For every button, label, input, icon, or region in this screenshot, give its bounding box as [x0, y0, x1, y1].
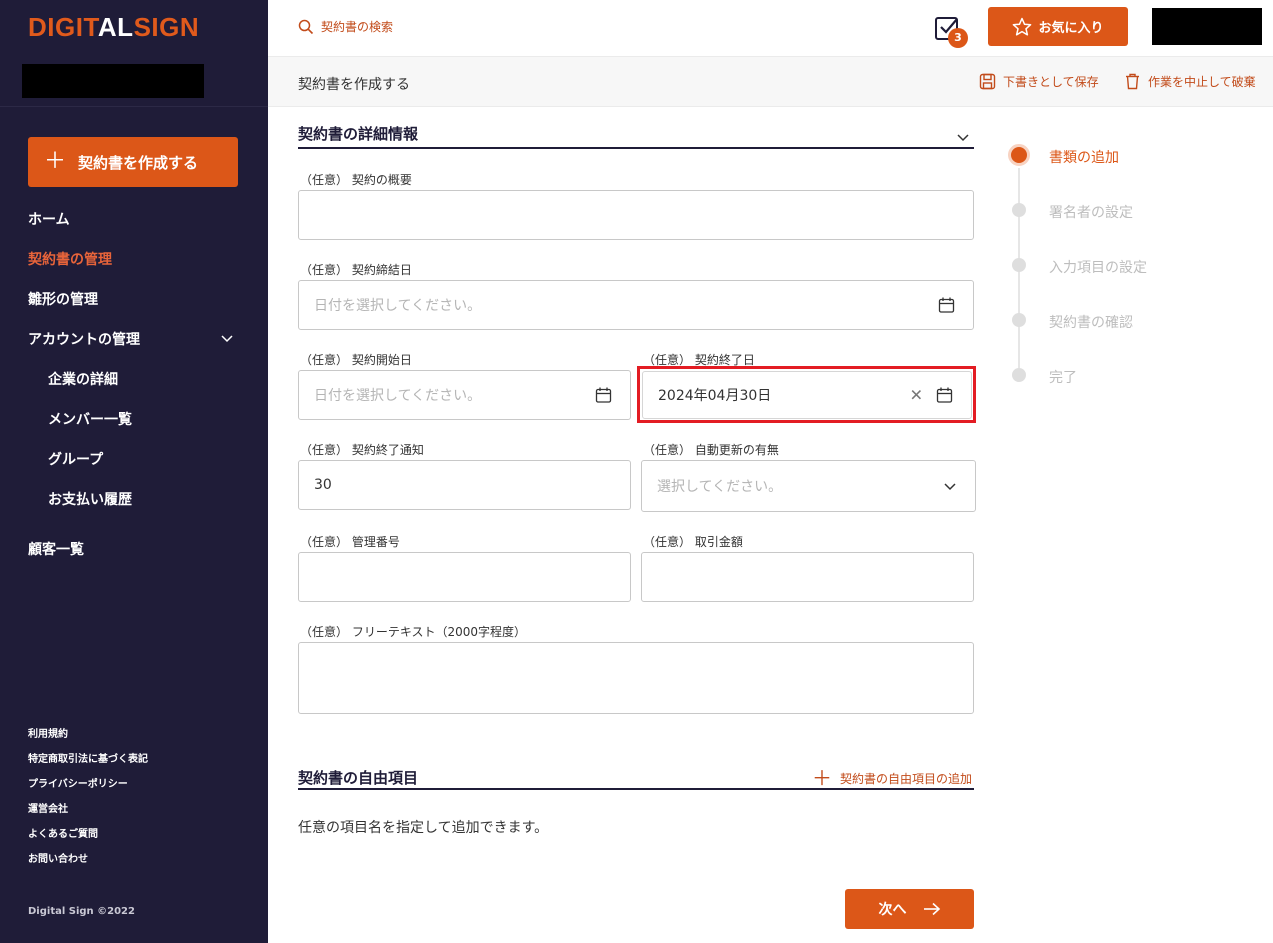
copyright: Digital Sign ©2022 — [28, 906, 135, 917]
search-placeholder: 契約書の検索 — [321, 20, 394, 34]
task-count-badge: 3 — [948, 28, 968, 48]
footer-link-faq[interactable]: よくあるご質問 — [28, 825, 98, 840]
redacted-account-name — [22, 64, 204, 98]
subheader-bar — [268, 56, 1273, 107]
trash-icon — [1126, 73, 1139, 90]
plus-icon: ＋ — [44, 149, 67, 174]
save-draft-label: 下書きとして保存 — [1003, 75, 1099, 89]
highlight-box — [637, 366, 976, 423]
summary-field[interactable] — [298, 190, 974, 240]
sidebar-divider — [0, 106, 268, 107]
footer-link-privacy[interactable]: プライバシーポリシー — [28, 775, 128, 790]
save-draft-button[interactable]: 下書きとして保存 — [979, 73, 1099, 90]
amount-field[interactable] — [641, 552, 974, 602]
create-contract-label: 契約書を作成する — [78, 153, 199, 172]
star-icon — [1013, 17, 1032, 36]
sidebar-item-account[interactable]: アカウントの管理 — [28, 329, 140, 349]
sidebar-item-company[interactable]: 企業の詳細 — [48, 369, 118, 389]
calendar-icon[interactable] — [595, 387, 612, 404]
sidebar-item-home[interactable]: ホーム — [28, 209, 70, 229]
sidebar-item-members[interactable]: メンバー一覧 — [48, 409, 132, 429]
auto-renew-placeholder: 選択してください。 — [657, 479, 783, 495]
step-signers: 署名者の設定 — [1049, 205, 1133, 221]
free-items-hint: 任意の項目名を指定して追加できます。 — [298, 820, 549, 836]
create-contract-button[interactable]: ＋ 契約書を作成する — [28, 137, 238, 187]
end-notice-value: 30 — [314, 477, 332, 493]
chevron-down-icon — [944, 483, 956, 491]
auto-renew-select[interactable]: 選択してください。 — [641, 460, 976, 512]
free-items-section-title: 契約書の自由項目 — [298, 769, 419, 787]
collapse-chevron-icon[interactable] — [956, 130, 970, 144]
page-title: 契約書を作成する — [298, 77, 410, 93]
end-notice-field[interactable]: 30 — [298, 460, 631, 510]
next-button[interactable]: 次へ — [845, 889, 974, 929]
sidebar-item-contracts[interactable]: 契約書の管理 — [28, 249, 112, 269]
free-items-section-rule — [298, 788, 974, 790]
step-review: 契約書の確認 — [1049, 315, 1133, 331]
step-dot-current — [1008, 144, 1030, 166]
footer-link-terms[interactable]: 利用規約 — [28, 725, 68, 740]
footer-link-contact[interactable]: お問い合わせ — [28, 850, 88, 865]
start-date-label: （任意） 契約開始日 — [300, 353, 412, 367]
search-input[interactable]: 契約書の検索 — [298, 18, 393, 35]
sidebar-item-templates[interactable]: 雛形の管理 — [28, 289, 98, 309]
chevron-down-icon[interactable] — [220, 331, 234, 345]
step-dot — [1012, 313, 1026, 327]
sidebar-item-customers[interactable]: 顧客一覧 — [28, 539, 84, 559]
next-label: 次へ — [878, 902, 907, 918]
footer-link-company[interactable]: 運営会社 — [28, 800, 68, 815]
end-notice-label: （任意） 契約終了通知 — [300, 443, 424, 457]
arrow-right-icon — [923, 902, 940, 916]
step-add-document: 書類の追加 — [1049, 150, 1119, 166]
add-free-item-label: 契約書の自由項目の追加 — [840, 771, 973, 786]
free-text-area[interactable] — [298, 642, 974, 714]
discard-button[interactable]: 作業を中止して破棄 — [1124, 73, 1256, 90]
details-section-title: 契約書の詳細情報 — [298, 125, 419, 143]
redacted-user-menu[interactable] — [1152, 8, 1262, 45]
footer-link-commerce-law[interactable]: 特定商取引法に基づく表記 — [28, 750, 148, 765]
free-text-label: （任意） フリーテキスト（2000字程度） — [300, 625, 526, 639]
sidebar-item-groups[interactable]: グループ — [48, 449, 103, 469]
conclusion-date-field[interactable]: 日付を選択してください。 — [298, 280, 974, 330]
search-icon — [298, 19, 314, 34]
add-free-item-button[interactable]: ＋ 契約書の自由項目の追加 — [812, 768, 972, 788]
discard-label: 作業を中止して破棄 — [1148, 75, 1256, 89]
conclusion-date-label: （任意） 契約締結日 — [300, 263, 412, 277]
amount-label: （任意） 取引金額 — [643, 535, 743, 549]
step-dot — [1012, 368, 1026, 382]
calendar-icon[interactable] — [938, 297, 955, 314]
step-complete: 完了 — [1049, 370, 1077, 386]
save-icon — [979, 73, 996, 90]
step-dot — [1012, 203, 1026, 217]
logo[interactable]: DIGITALSIGN — [28, 12, 199, 43]
summary-label: （任意） 契約の概要 — [300, 173, 412, 187]
favorite-button[interactable]: お気に入り — [988, 7, 1128, 46]
details-section-rule — [298, 147, 974, 149]
step-dot — [1012, 258, 1026, 272]
sidebar-item-payments[interactable]: お支払い履歴 — [48, 489, 132, 509]
auto-renew-label: （任意） 自動更新の有無 — [643, 443, 779, 457]
sidebar: DIGITALSIGN ＋ 契約書を作成する ホーム 契約書の管理 雛形の管理 … — [0, 0, 268, 943]
conclusion-date-placeholder: 日付を選択してください。 — [314, 298, 482, 314]
start-date-field[interactable]: 日付を選択してください。 — [298, 370, 631, 420]
management-no-field[interactable] — [298, 552, 631, 602]
plus-icon: ＋ — [812, 766, 832, 790]
step-input-fields: 入力項目の設定 — [1049, 260, 1147, 276]
favorite-label: お気に入り — [1038, 21, 1104, 36]
start-date-placeholder: 日付を選択してください。 — [314, 388, 482, 404]
management-no-label: （任意） 管理番号 — [300, 535, 400, 549]
